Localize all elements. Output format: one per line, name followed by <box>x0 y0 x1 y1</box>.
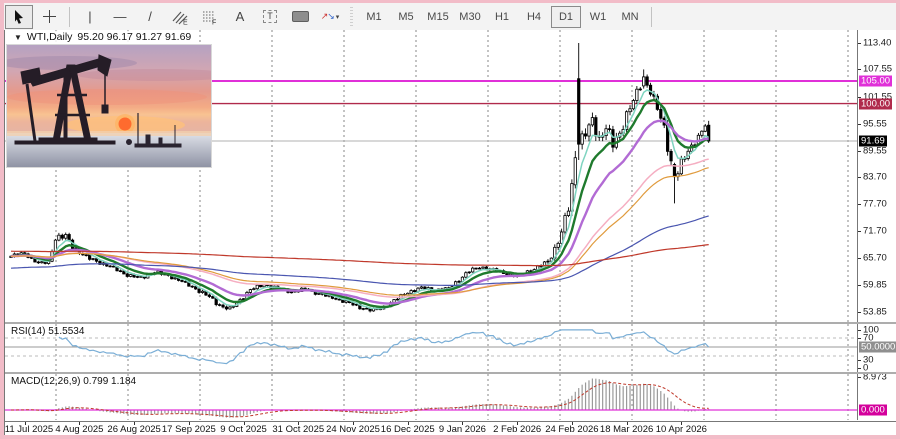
date-label: 18 Mar 2026 <box>600 424 653 435</box>
price-badge: 105.00 <box>859 75 892 86</box>
macd-values: 0.799 1.184 <box>83 376 136 387</box>
date-label: 24 Feb 2026 <box>545 424 598 435</box>
timeframe-d1-button[interactable]: D1 <box>551 6 581 28</box>
cursor-tool-icon[interactable] <box>5 5 33 29</box>
date-label: 2 Feb 2026 <box>493 424 541 435</box>
price-badge: 91.69 <box>859 136 887 147</box>
text-label-tool-icon[interactable]: T <box>256 5 284 29</box>
timeframe-h4-button[interactable]: H4 <box>519 6 549 28</box>
vertical-line-tool-icon[interactable]: | <box>76 5 104 29</box>
axis-tick-label: 65.70 <box>863 253 887 264</box>
axis-tick-label: 8.973 <box>863 374 887 383</box>
date-label: 17 Sep 2025 <box>162 424 216 435</box>
chart-title: ▼ WTI,Daily 95.20 96.17 91.27 91.69 <box>11 31 194 43</box>
timeframe-m15-button[interactable]: M15 <box>423 6 453 28</box>
price-badge: 100.00 <box>859 98 892 109</box>
price-badge: 50.0000 <box>859 342 896 353</box>
toolbar: |—/ E F AT ↗↘▾ M1M5M15M30H1H4D1W1MN <box>4 3 896 31</box>
symbol-label: WTI,Daily <box>27 31 73 43</box>
axis-tick-label: 71.70 <box>863 226 887 237</box>
horizontal-line-tool-icon[interactable]: — <box>106 5 134 29</box>
arrows-tool-icon[interactable]: ↗↘▾ <box>316 5 344 29</box>
macd-axis: 8.973 0.000 <box>857 374 896 420</box>
date-axis: 11 Jul 20254 Aug 2025 26 Aug 202517 Sep 2… <box>5 421 896 435</box>
drawing-tools-group: |—/ E F AT ↗↘▾ <box>4 5 345 29</box>
timeframe-mn-button[interactable]: MN <box>615 6 645 28</box>
chart-region: ▼ WTI,Daily 95.20 96.17 91.27 91.69 <box>4 30 896 435</box>
text-tool-icon[interactable]: A <box>226 5 254 29</box>
axis-tick-label: 77.70 <box>863 199 887 210</box>
axis-tick-label: 107.55 <box>863 64 892 75</box>
crosshair-tool-icon[interactable] <box>35 5 63 29</box>
ohlc-values: 95.20 96.17 91.27 91.69 <box>77 31 191 43</box>
date-label: 26 Aug 2025 <box>107 424 160 435</box>
timeframe-w1-button[interactable]: W1 <box>583 6 613 28</box>
shapes-tool-icon[interactable] <box>286 5 314 29</box>
date-label: 16 Dec 2025 <box>381 424 435 435</box>
trading-terminal-window: { "window": {"frame_color": "#f2bcc8"}, … <box>0 0 900 439</box>
price-badge: 0.000 <box>859 405 887 416</box>
timeframe-m1-button[interactable]: M1 <box>359 6 389 28</box>
rsi-label: RSI(14) 51.5534 <box>11 326 84 337</box>
axis-tick-label: 53.85 <box>863 306 887 317</box>
rsi-value: 51.5534 <box>48 326 84 337</box>
date-label: 31 Oct 2025 <box>272 424 324 435</box>
fibonacci-tool-icon[interactable]: F <box>196 5 224 29</box>
axis-tick-label: 89.55 <box>863 145 887 156</box>
toolbar-drag-handle[interactable] <box>349 7 354 27</box>
axis-tick-label: 113.40 <box>863 38 891 49</box>
date-label: 9 Jan 2026 <box>439 424 486 435</box>
axis-tick-label: 95.55 <box>863 118 887 129</box>
date-label: 4 Aug 2025 <box>55 424 103 435</box>
svg-text:E: E <box>183 19 188 25</box>
price-axis: 113.40107.55101.5595.5589.5583.7077.7071… <box>857 30 896 322</box>
timeframe-h1-button[interactable]: H1 <box>487 6 517 28</box>
rsi-panel[interactable]: RSI(14) 51.5534 1007030050.0000 <box>5 324 896 372</box>
axis-tick-label: 83.70 <box>863 172 887 183</box>
svg-text:F: F <box>212 19 216 25</box>
timeframe-group: M1M5M15M30H1H4D1W1MN <box>358 6 646 28</box>
rsi-axis: 1007030050.0000 <box>857 324 896 372</box>
timeframe-m30-button[interactable]: M30 <box>455 6 485 28</box>
timeframe-m5-button[interactable]: M5 <box>391 6 421 28</box>
trendline-tool-icon[interactable]: / <box>136 5 164 29</box>
date-label: 9 Oct 2025 <box>220 424 266 435</box>
toolbar-separator <box>69 7 70 27</box>
axis-tick-label: 59.85 <box>863 279 887 290</box>
price-panel[interactable]: ▼ WTI,Daily 95.20 96.17 91.27 91.69 <box>5 30 896 322</box>
macd-panel[interactable]: MACD(12,26,9) 0.799 1.184 8.973 0.000 <box>5 374 896 420</box>
toolbar-separator <box>651 7 652 27</box>
oil-pumpjack-photo <box>6 44 212 168</box>
date-label: 11 Jul 2025 <box>5 424 53 435</box>
macd-label: MACD(12,26,9) 0.799 1.184 <box>11 376 136 387</box>
axis-tick-label: 0 <box>863 363 868 373</box>
date-label: 10 Apr 2026 <box>656 424 707 435</box>
equidistant-channel-tool-icon[interactable]: E <box>166 5 194 29</box>
date-label: 24 Nov 2025 <box>326 424 380 435</box>
chevron-down-icon[interactable]: ▼ <box>14 33 22 42</box>
